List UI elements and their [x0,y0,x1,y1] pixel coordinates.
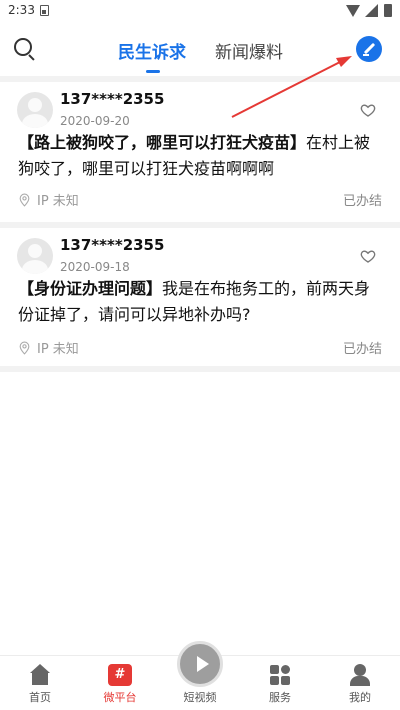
avatar [17,238,53,274]
weibo-icon: # [108,664,132,686]
avatar [17,92,53,128]
tab-minsheng-suqiu[interactable]: 民生诉求 [118,38,186,63]
status-bar: 2:33 [0,0,400,22]
status-badge: 已办结 [342,194,382,209]
active-tab-indicator [146,70,160,73]
post-title: 【身份证办理问题】 [18,279,163,298]
location-pin-icon [19,193,30,207]
nav-label: 服务 [269,691,291,704]
status-badge: 已办结 [342,342,382,357]
post-date: 2020-09-18 [60,260,130,274]
bottom-nav: 首页 # 微平台 短视频 服务 我的 [0,641,400,710]
post-location: IP 未知 [18,338,79,357]
compose-icon[interactable] [356,36,382,62]
home-icon [28,664,52,686]
post-card[interactable]: 137****2355 2020-09-18 【身份证办理问题】我是在布拖务工的… [0,228,400,366]
nav-label: 首页 [29,691,51,704]
post-content: 【路上被狗咬了，哪里可以打狂犬疫苗】在村上被狗咬了，哪里可以打狂犬疫苗啊啊啊 [18,130,386,182]
nav-short-video[interactable]: 短视频 [160,641,240,710]
battery-icon [384,4,392,17]
post-author: 137****2355 [60,90,165,108]
nav-label: 微平台 [103,691,137,704]
status-time: 2:33 [8,3,35,17]
grid-icon [268,664,292,686]
post-date: 2020-09-20 [60,114,130,128]
location-text: IP 未知 [37,342,79,357]
signal-icon [365,4,378,17]
nav-label: 短视频 [183,691,217,704]
nav-label: 我的 [349,691,371,704]
location-text: IP 未知 [37,194,79,209]
heart-icon[interactable] [360,248,376,264]
search-icon[interactable] [14,38,36,61]
divider [0,366,400,372]
nav-mine[interactable]: 我的 [320,656,400,710]
location-pin-icon [19,341,30,355]
post-title: 【路上被狗咬了，哪里可以打狂犬疫苗】 [18,133,307,152]
post-content: 【身份证办理问题】我是在布拖务工的，前两天身份证掉了，请问可以异地补办吗? [18,276,386,328]
top-header: 民生诉求 新闻爆料 [0,22,400,78]
post-location: IP 未知 [18,190,79,209]
heart-icon[interactable] [360,102,376,118]
post-card[interactable]: 137****2355 2020-09-20 【路上被狗咬了，哪里可以打狂犬疫苗… [0,82,400,224]
user-icon [348,664,372,686]
nav-service[interactable]: 服务 [240,656,320,710]
sim-card-icon [40,5,49,16]
wifi-icon [346,5,360,17]
nav-home[interactable]: 首页 [0,656,80,710]
nav-weipingtai[interactable]: # 微平台 [80,656,160,710]
post-author: 137****2355 [60,236,165,254]
tab-xinwen-baoliao[interactable]: 新闻爆料 [215,38,283,63]
play-icon [177,641,223,687]
